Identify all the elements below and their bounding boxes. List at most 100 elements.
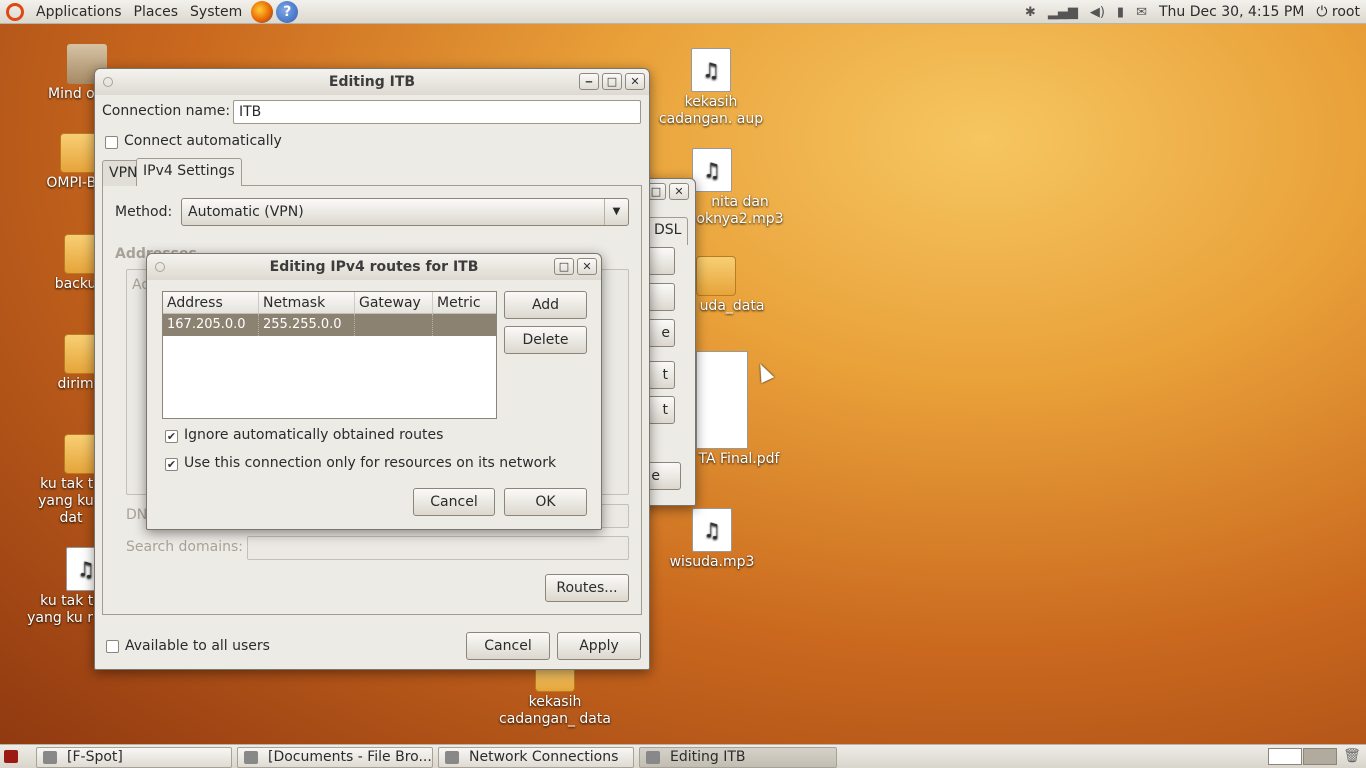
battery-icon[interactable]: ▮: [1117, 5, 1124, 20]
mp3-file-icon: ♫: [692, 508, 732, 552]
table-row[interactable]: 167.205.0.0 255.255.0.0: [163, 314, 496, 336]
mp3-file-icon: ♫: [692, 148, 732, 192]
window-menu-icon[interactable]: [155, 262, 165, 272]
help-icon[interactable]: ?: [276, 0, 299, 23]
mail-icon[interactable]: ✉: [1136, 5, 1147, 20]
pdf-file-icon: [696, 351, 748, 449]
search-domains-field[interactable]: [247, 536, 629, 560]
network-icon: [646, 751, 660, 764]
taskbar-item-label: Network Connections: [469, 749, 619, 765]
taskbar-item-label: [Documents - File Bro...: [268, 749, 432, 765]
cancel-button[interactable]: Cancel: [466, 632, 550, 660]
maximize-button[interactable]: □: [602, 73, 622, 90]
system-tray: ✱ ▂▄▆ ◀) ▮ ✉ Thu Dec 30, 4:15 PM ⏻ root: [1025, 0, 1360, 24]
fspot-icon: [43, 751, 57, 764]
cell-gateway[interactable]: [355, 314, 433, 336]
ubuntu-logo-icon[interactable]: [6, 2, 24, 21]
taskbar-item-editing-itb[interactable]: Editing ITB: [639, 747, 837, 768]
audacity-file-icon: ♫: [691, 48, 731, 92]
search-domains-label: Search domains:: [126, 539, 243, 555]
applications-menu[interactable]: Applications: [30, 4, 128, 20]
only-resources-checkbox[interactable]: ✔: [165, 458, 178, 471]
tab-ipv4-settings[interactable]: IPv4 Settings: [136, 158, 242, 186]
close-button[interactable]: ✕: [625, 73, 645, 90]
taskbar-item-network-connections[interactable]: Network Connections: [438, 747, 634, 768]
column-address[interactable]: Address: [163, 292, 259, 313]
desktop-icon-label: kekasih cadangan_ data: [499, 694, 611, 727]
desktop-icon-label: uda_data: [699, 298, 765, 314]
desktop-icon[interactable]: uda_data: [692, 256, 772, 315]
folder-icon: [244, 751, 258, 764]
workspace-switcher-1[interactable]: [1268, 748, 1302, 765]
session-menu[interactable]: ⏻ root: [1316, 4, 1360, 20]
desktop-icon-label: TA Final.pdf: [698, 451, 780, 467]
connection-name-label: Connection name:: [102, 103, 231, 119]
cell-address[interactable]: 167.205.0.0: [163, 314, 259, 336]
only-resources-label: Use this connection only for resources o…: [184, 455, 557, 471]
window-title: Editing ITB: [328, 74, 416, 90]
window-controls: □ ✕: [646, 183, 689, 200]
bluetooth-icon[interactable]: ✱: [1025, 5, 1036, 20]
desktop-icon-label: nita dan oknya2.mp3: [696, 194, 784, 227]
method-label: Method:: [115, 204, 173, 220]
user-name: root: [1331, 4, 1360, 20]
ok-button[interactable]: OK: [504, 488, 587, 516]
taskbar-item-fspot[interactable]: [F-Spot]: [36, 747, 232, 768]
ignore-routes-checkbox[interactable]: ✔: [165, 430, 178, 443]
desktop-icon-label: kekasih cadangan. aup: [658, 94, 764, 127]
routes-table-header: Address Netmask Gateway Metric: [163, 292, 496, 314]
method-value: Automatic (VPN): [188, 204, 304, 220]
cancel-button[interactable]: Cancel: [413, 488, 495, 516]
network-signal-icon[interactable]: ▂▄▆: [1048, 5, 1078, 20]
connection-name-field[interactable]: ITB: [233, 100, 641, 124]
available-all-users-label: Available to all users: [125, 638, 270, 654]
close-button[interactable]: ✕: [669, 183, 689, 200]
dns-servers-label: DN: [126, 507, 148, 523]
places-menu[interactable]: Places: [128, 4, 185, 20]
taskbar-item-label: [F-Spot]: [67, 749, 123, 765]
ipv4-routes-dialog[interactable]: Editing IPv4 routes for ITB □ ✕ Address …: [146, 253, 602, 530]
taskbar-item-label: Editing ITB: [670, 749, 746, 765]
cell-netmask[interactable]: 255.255.0.0: [259, 314, 355, 336]
window-controls: ‒ □ ✕: [579, 73, 645, 90]
firefox-icon[interactable]: [251, 0, 274, 23]
cell-metric[interactable]: [433, 314, 496, 336]
routes-dialog-titlebar[interactable]: Editing IPv4 routes for ITB □ ✕: [147, 254, 601, 280]
add-route-button[interactable]: Add: [504, 291, 587, 319]
delete-route-button[interactable]: Delete: [504, 326, 587, 354]
desktop-icon[interactable]: kekasih cadangan_ data: [490, 664, 620, 728]
connect-automatically-checkbox[interactable]: [105, 136, 118, 149]
routes-button[interactable]: Routes...: [545, 574, 629, 602]
show-desktop-icon[interactable]: [4, 750, 18, 763]
connect-automatically-label: Connect automatically: [124, 133, 282, 149]
minimize-button[interactable]: ‒: [579, 73, 599, 90]
trash-icon[interactable]: 🗑: [1342, 748, 1362, 766]
desktop-icon[interactable]: ♫ wisuda.mp3: [662, 508, 762, 571]
maximize-button[interactable]: □: [554, 258, 574, 275]
editing-itb-titlebar[interactable]: Editing ITB ‒ □ ✕: [95, 69, 649, 95]
desktop-icon[interactable]: ♫ kekasih cadangan. aup: [651, 48, 771, 128]
column-netmask[interactable]: Netmask: [259, 292, 355, 313]
method-select[interactable]: Automatic (VPN) ▼: [181, 198, 629, 226]
tab-dsl[interactable]: DSL: [647, 217, 689, 245]
taskbar-item-documents[interactable]: [Documents - File Bro...: [237, 747, 433, 768]
top-panel: Applications Places System ? ✱ ▂▄▆ ◀) ▮ …: [0, 0, 1366, 24]
system-menu[interactable]: System: [184, 4, 248, 20]
folder-icon: [696, 256, 736, 296]
column-gateway[interactable]: Gateway: [355, 292, 433, 313]
workspace-switcher-2[interactable]: [1303, 748, 1337, 765]
routes-table[interactable]: Address Netmask Gateway Metric 167.205.0…: [162, 291, 497, 419]
apply-button[interactable]: Apply: [557, 632, 641, 660]
desktop-icon[interactable]: ♫ nita dan oknya2.mp3: [690, 148, 790, 228]
dialog-title: Editing IPv4 routes for ITB: [269, 259, 479, 275]
volume-icon[interactable]: ◀): [1090, 5, 1105, 20]
ignore-routes-label: Ignore automatically obtained routes: [184, 427, 444, 443]
close-button[interactable]: ✕: [577, 258, 597, 275]
main-menu: Applications Places System ?: [0, 0, 304, 24]
window-menu-icon[interactable]: [103, 77, 113, 87]
column-metric[interactable]: Metric: [433, 292, 496, 313]
bottom-panel: [F-Spot] [Documents - File Bro... Networ…: [0, 744, 1366, 768]
window-controls: □ ✕: [554, 258, 597, 275]
clock[interactable]: Thu Dec 30, 4:15 PM: [1159, 4, 1304, 20]
available-all-users-checkbox[interactable]: [106, 640, 119, 653]
